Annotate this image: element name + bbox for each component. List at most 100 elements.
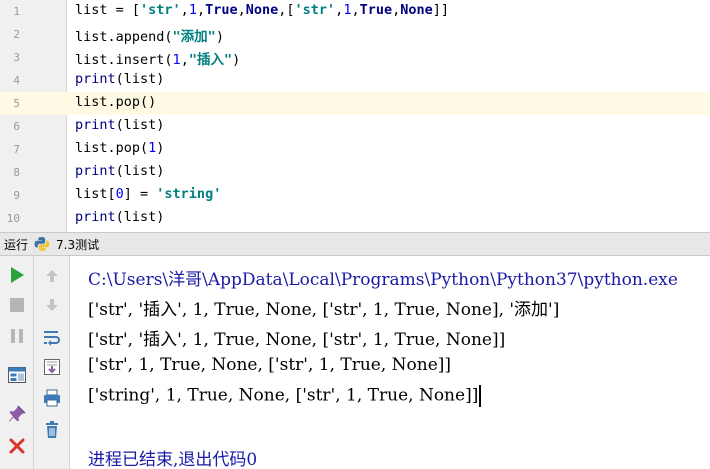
- line-number: 9: [13, 189, 20, 202]
- run-tool-window-header: 运行 7.3测试: [0, 232, 710, 256]
- code-token: 0: [115, 186, 124, 202]
- code-text: print(list): [75, 163, 164, 179]
- code-line[interactable]: 8 print(list): [0, 161, 710, 184]
- line-number: 7: [13, 143, 20, 156]
- code-token: (list): [115, 71, 165, 87]
- code-token: ): [156, 140, 165, 156]
- code-token: list = [: [75, 2, 141, 18]
- code-token: True: [205, 2, 238, 18]
- run-console-output[interactable]: C:\Users\洋哥\AppData\Local\Programs\Pytho…: [70, 256, 710, 469]
- down-button[interactable]: [39, 293, 65, 317]
- code-line[interactable]: 9 list[0] = 'string': [0, 184, 710, 207]
- rerun-button[interactable]: [4, 263, 30, 287]
- code-line[interactable]: 10 print(list): [0, 207, 710, 230]
- console-line-output: ['string', 1, True, None, ['str', 1, Tru…: [88, 385, 482, 407]
- code-text: print(list): [75, 209, 164, 225]
- code-text: list.pop(1): [75, 140, 164, 156]
- code-editor[interactable]: 1 list = ['str',1,True,None,['str',1,True…: [0, 0, 710, 232]
- code-token: (list): [115, 117, 165, 133]
- code-token: list.insert(: [75, 52, 173, 68]
- code-line[interactable]: 2 list.append("添加"): [0, 23, 710, 46]
- code-line[interactable]: 7 list.pop(1): [0, 138, 710, 161]
- close-icon: [9, 438, 25, 454]
- line-number: 4: [13, 74, 20, 87]
- text-caret: [479, 385, 482, 407]
- print-icon: [44, 389, 60, 407]
- line-number: 8: [13, 166, 20, 179]
- code-token: "添加": [172, 29, 216, 45]
- down-arrow-icon: [46, 299, 58, 311]
- scroll-to-end-icon: [44, 359, 60, 375]
- code-token: 'str': [140, 2, 181, 18]
- code-token: print: [75, 117, 116, 133]
- code-token: list.pop(): [75, 94, 157, 110]
- code-token: ]]: [432, 2, 450, 18]
- code-token: ,: [180, 2, 189, 18]
- code-token: ): [215, 29, 224, 45]
- code-token: print: [75, 209, 116, 225]
- line-number: 10: [6, 212, 20, 225]
- code-token: list.pop(: [75, 140, 149, 156]
- run-icon: [11, 267, 24, 283]
- stop-icon: [10, 298, 24, 312]
- line-number: 5: [13, 97, 20, 110]
- console-line-command: C:\Users\洋哥\AppData\Local\Programs\Pytho…: [88, 270, 678, 290]
- scroll-to-end-button[interactable]: [39, 355, 65, 379]
- code-text: print(list): [75, 71, 164, 87]
- code-token: (list): [115, 209, 165, 225]
- clear-all-button[interactable]: [39, 418, 65, 442]
- code-text: list.pop(): [75, 94, 156, 110]
- code-line[interactable]: 4 print(list): [0, 69, 710, 92]
- code-text: list = ['str',1,True,None,['str',1,True,…: [75, 2, 449, 18]
- code-line[interactable]: 5 list.pop(): [0, 92, 710, 115]
- pause-button[interactable]: [4, 324, 30, 348]
- code-line[interactable]: 1 list = ['str',1,True,None,['str',1,True…: [0, 0, 710, 23]
- close-run-button[interactable]: [4, 434, 30, 458]
- run-configuration-name[interactable]: 7.3测试: [56, 236, 99, 253]
- code-token: list[: [75, 186, 116, 202]
- code-token: 'str': [294, 2, 336, 18]
- console-line-output: ['str', '插入', 1, True, None, ['str', 1, …: [88, 330, 506, 350]
- run-actions-toolbar: [0, 256, 34, 469]
- soft-wrap-button[interactable]: [39, 326, 65, 350]
- trash-icon: [46, 421, 58, 438]
- code-token: print: [75, 163, 116, 179]
- code-token: 'string': [156, 186, 222, 202]
- code-line[interactable]: 6 print(list): [0, 115, 710, 138]
- code-line[interactable]: 3 list.insert(1,"插入"): [0, 46, 710, 69]
- code-token: ,[: [278, 2, 295, 18]
- code-token: 1: [188, 2, 197, 18]
- print-button[interactable]: [39, 386, 65, 410]
- line-number: 1: [13, 5, 20, 18]
- up-button[interactable]: [39, 264, 65, 288]
- code-text: print(list): [75, 117, 164, 133]
- python-icon: [34, 237, 50, 251]
- console-line-text: ['string', 1, True, None, ['str', 1, Tru…: [88, 385, 479, 406]
- code-token: None: [245, 2, 279, 18]
- run-label: 运行: [4, 238, 29, 252]
- up-arrow-icon: [46, 270, 58, 282]
- stop-button[interactable]: [4, 293, 30, 317]
- code-text: list.append("添加"): [75, 25, 224, 45]
- code-token: True: [359, 2, 393, 18]
- code-token: ,: [180, 52, 189, 68]
- code-token: ,: [351, 2, 360, 18]
- console-actions-toolbar: [34, 256, 70, 469]
- code-token: (list): [115, 163, 165, 179]
- code-token: ,: [237, 2, 246, 18]
- code-token: "插入": [188, 52, 233, 68]
- console-line-output: ['str', '插入', 1, True, None, ['str', 1, …: [88, 300, 560, 320]
- pause-icon: [11, 329, 23, 343]
- line-number: 2: [13, 28, 20, 41]
- layout-icon: [8, 367, 26, 383]
- code-token: None: [400, 2, 433, 18]
- line-number: 3: [13, 51, 20, 64]
- code-token: print: [75, 71, 116, 87]
- soft-wrap-icon: [44, 331, 60, 346]
- code-text: list.insert(1,"插入"): [75, 48, 240, 68]
- pin-tab-button[interactable]: [4, 402, 30, 426]
- restore-layout-button[interactable]: [4, 363, 30, 387]
- code-token: ] =: [123, 186, 157, 202]
- code-token: ): [232, 52, 241, 68]
- pin-icon: [9, 405, 26, 422]
